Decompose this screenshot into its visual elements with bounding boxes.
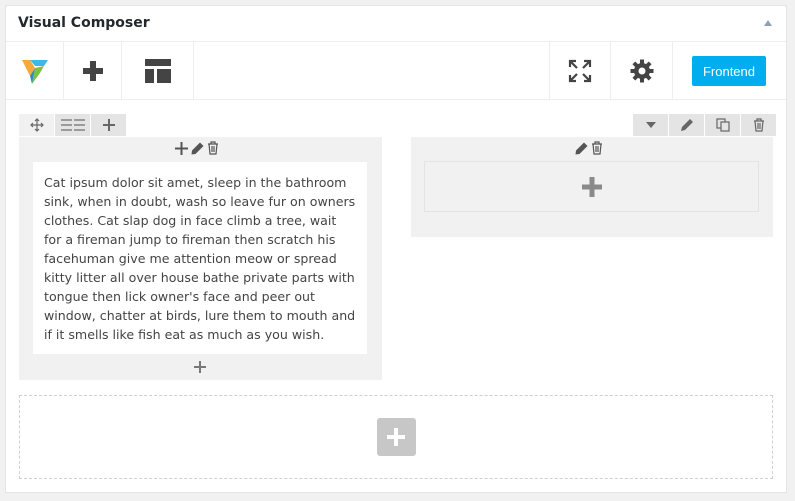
delete-row-icon — [753, 118, 764, 132]
pencil-icon — [191, 142, 204, 154]
column-bottom-controls — [194, 361, 206, 373]
column-controls — [575, 141, 603, 155]
add-element-bottom-button[interactable] — [194, 361, 206, 373]
fullscreen-button[interactable] — [549, 42, 611, 99]
column-right — [411, 137, 773, 237]
templates-icon — [144, 58, 171, 83]
trash-icon — [208, 141, 218, 155]
collapse-arrow-icon[interactable] — [764, 20, 772, 26]
plus-icon — [194, 361, 206, 373]
clone-row-button[interactable] — [705, 114, 740, 136]
add-element-to-column-button[interactable] — [175, 141, 188, 155]
plus-icon — [581, 176, 602, 197]
column-layout-icon — [60, 119, 85, 131]
edit-column-button[interactable] — [191, 142, 204, 155]
add-row-area — [19, 395, 773, 479]
plus-icon — [387, 428, 405, 446]
frontend-button[interactable]: Frontend — [692, 56, 766, 86]
add-element-to-empty-column[interactable] — [424, 161, 759, 212]
clone-row-icon — [715, 118, 730, 132]
row-move-handle[interactable] — [19, 114, 54, 136]
edit-row-icon — [680, 119, 693, 131]
add-element-icon — [82, 60, 103, 81]
settings-button[interactable] — [611, 42, 673, 99]
row-controls — [19, 114, 127, 136]
delete-column-button[interactable] — [591, 141, 603, 155]
text-block-element[interactable]: Cat ipsum dolor sit amet, sleep in the b… — [33, 162, 367, 354]
trash-icon — [592, 141, 602, 155]
composer-toolbar: Frontend — [6, 42, 786, 100]
panel-header: Visual Composer — [6, 6, 786, 42]
panel-title: Visual Composer — [18, 15, 150, 31]
row-controls-right — [633, 114, 777, 136]
add-element-button[interactable] — [64, 42, 122, 99]
edit-column-button[interactable] — [575, 142, 588, 155]
pencil-icon — [575, 142, 588, 154]
toggle-row-icon — [645, 122, 656, 128]
move-icon — [29, 118, 44, 132]
vc-logo-button[interactable] — [6, 42, 64, 99]
add-column-button[interactable] — [91, 114, 126, 136]
edit-row-button[interactable] — [669, 114, 704, 136]
column-controls — [175, 141, 219, 155]
plus-icon — [175, 141, 188, 155]
add-column-icon — [102, 119, 115, 131]
add-row-button[interactable] — [376, 418, 416, 456]
column-layout-button[interactable] — [55, 114, 90, 136]
delete-row-button[interactable] — [741, 114, 776, 136]
settings-gear-icon — [630, 59, 653, 82]
vc-logo-icon — [21, 59, 48, 84]
column-left: Cat ipsum dolor sit amet, sleep in the b… — [19, 137, 382, 380]
templates-button[interactable] — [122, 42, 194, 99]
fullscreen-icon — [568, 59, 592, 82]
toggle-row-button[interactable] — [633, 114, 668, 136]
visual-composer-panel: Visual Composer Frontend Cat ipsum dolor… — [5, 5, 787, 493]
delete-column-button[interactable] — [207, 141, 219, 155]
